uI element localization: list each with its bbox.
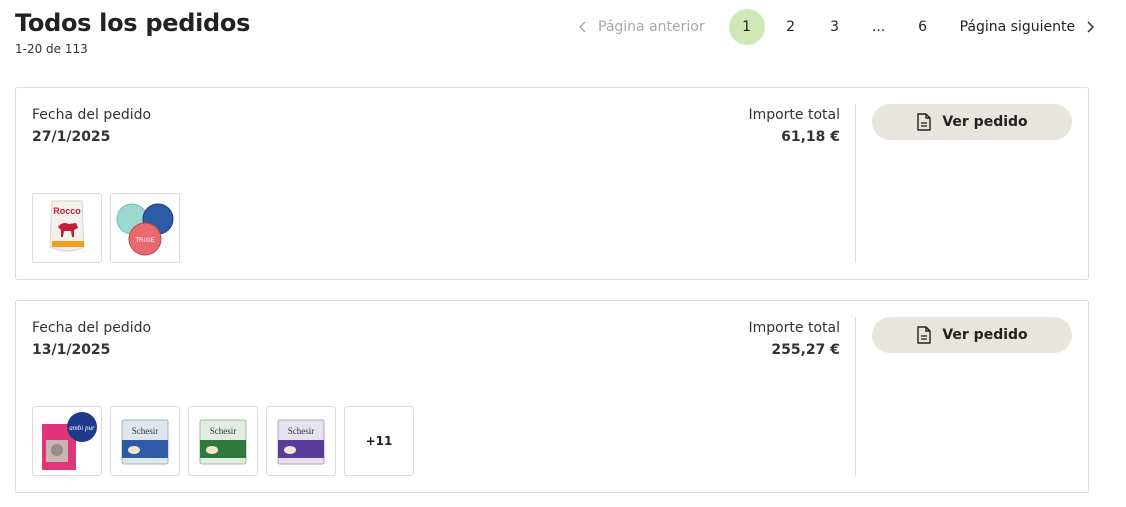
result-count: 1-20 de 113 (15, 42, 88, 56)
document-icon (917, 326, 932, 344)
previous-page-button[interactable]: Página anterior (576, 19, 705, 35)
card-divider (855, 104, 856, 263)
order-thumbnails: Rocco TRIXIE (32, 193, 188, 263)
order-total: 255,27 € (771, 342, 840, 358)
order-date: 27/1/2025 (32, 129, 111, 145)
page-1-button[interactable]: 1 (728, 9, 765, 45)
chevron-right-icon (1087, 21, 1095, 33)
rocco-brand-text: Rocco (53, 206, 81, 216)
more-products-count: +11 (365, 434, 393, 448)
product-thumbnail-schesir-purple[interactable]: Schesir (266, 406, 336, 476)
product-thumbnail-schesir-green[interactable]: Schesir (188, 406, 258, 476)
page-2-button[interactable]: 2 (773, 9, 809, 45)
chevron-left-icon (579, 21, 586, 33)
ambipur-brand-text: ambi pur (69, 424, 95, 432)
order-date: 13/1/2025 (32, 342, 111, 358)
product-thumbnail-rocco[interactable]: Rocco (32, 193, 102, 263)
page-header: Todos los pedidos 1-20 de 113 (15, 8, 250, 56)
view-order-label: Ver pedido (942, 327, 1028, 343)
previous-page-label: Página anterior (598, 19, 705, 35)
more-products-button[interactable]: +11 (344, 406, 414, 476)
next-page-button[interactable]: Página siguiente (960, 19, 1098, 35)
order-thumbnails: ambi pur Schesir Schesir Schesir +11 (32, 406, 422, 476)
order-total-block: Importe total 61,18 € (748, 106, 840, 146)
order-info: Fecha del pedido 27/1/2025 Importe total… (32, 106, 840, 146)
order-total-label: Importe total (748, 107, 840, 123)
order-card: Fecha del pedido 27/1/2025 Importe total… (15, 87, 1089, 280)
order-total: 61,18 € (781, 129, 840, 145)
order-total-block: Importe total 255,27 € (748, 319, 840, 359)
product-thumbnail-trixie[interactable]: TRIXIE (110, 193, 180, 263)
schesir-brand-text: Schesir (288, 426, 315, 436)
page-title: Todos los pedidos (15, 9, 251, 37)
order-date-label: Fecha del pedido (32, 107, 152, 123)
trixie-lids-image: TRIXIE (116, 203, 174, 256)
schesir-blue-can-image: Schesir (121, 419, 169, 465)
product-thumbnail-schesir-blue[interactable]: Schesir (110, 406, 180, 476)
order-date-label: Fecha del pedido (32, 320, 152, 336)
pagination: Página anterior 1 2 3 ... 6 Página sigui… (576, 9, 1097, 45)
order-total-label: Importe total (748, 320, 840, 336)
schesir-brand-text: Schesir (132, 426, 159, 436)
schesir-purple-can-image: Schesir (277, 419, 325, 465)
rocco-pouch-image: Rocco (49, 200, 85, 252)
order-info: Fecha del pedido 13/1/2025 Importe total… (32, 319, 840, 359)
view-order-label: Ver pedido (942, 114, 1028, 130)
next-page-label: Página siguiente (959, 19, 1076, 35)
view-order-button[interactable]: Ver pedido (872, 104, 1072, 140)
schesir-brand-text: Schesir (210, 426, 237, 436)
view-order-button[interactable]: Ver pedido (872, 317, 1072, 353)
order-card: Fecha del pedido 13/1/2025 Importe total… (15, 300, 1089, 493)
ambipur-litter-image: ambi pur (42, 412, 97, 470)
page-3-button[interactable]: 3 (817, 9, 853, 45)
card-divider (855, 317, 856, 476)
product-thumbnail-ambipur[interactable]: ambi pur (32, 406, 102, 476)
document-icon (917, 113, 932, 131)
page-6-button[interactable]: 6 (905, 9, 941, 45)
pagination-ellipsis: ... (871, 19, 886, 35)
trixie-brand-text: TRIXIE (135, 238, 154, 244)
schesir-green-can-image: Schesir (199, 419, 247, 465)
